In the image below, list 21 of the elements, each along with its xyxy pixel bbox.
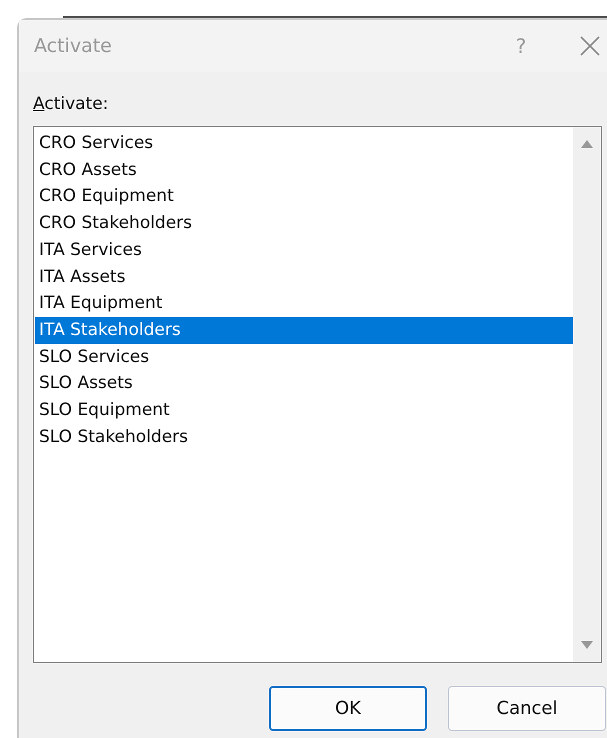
scroll-up-icon[interactable] (580, 138, 594, 148)
list-item[interactable]: SLO Stakeholders (35, 424, 573, 451)
list-item[interactable]: CRO Equipment (35, 184, 573, 211)
cancel-button[interactable]: Cancel (448, 686, 606, 730)
list-item[interactable]: SLO Services (35, 344, 573, 371)
list-item[interactable]: ITA Services (35, 237, 573, 264)
scrollbar[interactable] (573, 126, 601, 662)
list-item[interactable]: SLO Assets (35, 370, 573, 398)
list-item[interactable]: ITA Equipment (35, 290, 573, 318)
ok-button[interactable]: OK (269, 686, 427, 730)
list-item[interactable]: SLO Equipment (35, 397, 573, 424)
close-icon[interactable] (580, 36, 600, 56)
list-box[interactable]: CRO Services CRO Assets CRO Equipment CRO Stakeholders ITA Services ITA Assets ITA Equipment ITA Stakeholders SLO Services SLO Assets SLO Equipment SLO Stakeholders (33, 126, 602, 662)
window-title: Activate (34, 34, 112, 59)
scroll-down-icon[interactable] (580, 640, 594, 650)
list-item[interactable]: ITA Assets (35, 264, 573, 291)
list-label: Activate: (33, 94, 108, 114)
list-item[interactable]: ITA Stakeholders (35, 317, 573, 344)
list-item[interactable]: CRO Stakeholders (35, 210, 573, 238)
list-item[interactable]: CRO Assets (35, 157, 573, 184)
list-item[interactable]: CRO Services (35, 130, 573, 158)
